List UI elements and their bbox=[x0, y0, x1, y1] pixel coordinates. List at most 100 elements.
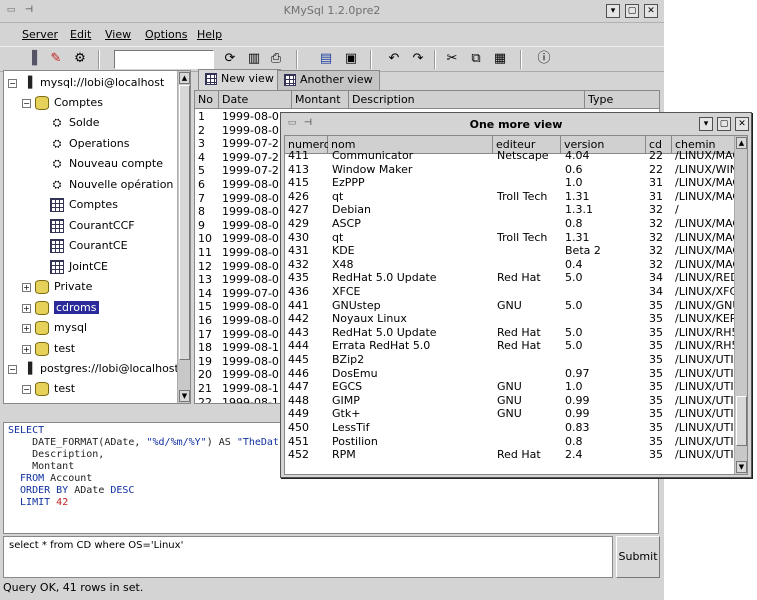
submit-button[interactable]: Submit bbox=[616, 536, 660, 578]
table-icon bbox=[50, 198, 64, 212]
column-header[interactable]: Type bbox=[585, 91, 659, 109]
menu-view[interactable]: View bbox=[105, 28, 131, 41]
table-row[interactable]: 449 Gtk+ GNU 0.99 35/LINUX/UTILS bbox=[285, 407, 735, 421]
query-input[interactable]: select * from CD where OS='Linux' bbox=[3, 536, 613, 578]
collapse-icon[interactable]: − bbox=[22, 384, 31, 394]
cut-icon[interactable]: ✂ bbox=[444, 51, 460, 67]
table-row[interactable]: 451 Postilion 0.8 35/LINUX/UTILS bbox=[285, 435, 735, 449]
cell-editeur: Red Hat bbox=[497, 325, 541, 339]
column-header[interactable]: Montant bbox=[292, 91, 349, 109]
import-icon[interactable]: ▤ bbox=[318, 51, 334, 67]
tab-new-view[interactable]: New view bbox=[198, 69, 281, 90]
close-icon[interactable]: ✕ bbox=[735, 117, 749, 131]
export-icon[interactable]: ⎙ bbox=[268, 51, 284, 67]
info-icon[interactable]: ⓘ bbox=[536, 51, 552, 67]
collapse-icon[interactable]: − bbox=[8, 364, 17, 374]
column-header[interactable]: Date bbox=[219, 91, 292, 109]
table-row[interactable]: 429 ASCP 0.8 32/LINUX/MAG bbox=[285, 217, 735, 231]
copy-icon[interactable]: ⧉ bbox=[468, 51, 484, 67]
win2-grid[interactable]: numero nom editeur version cd chemin 411… bbox=[284, 135, 748, 475]
table-row[interactable]: 431 KDE Beta 2 32/LINUX/MAG bbox=[285, 244, 735, 258]
menu-edit[interactable]: Edit bbox=[70, 28, 91, 41]
clipboard-icon[interactable]: ▣ bbox=[343, 51, 359, 67]
scroll-up-icon[interactable]: ▲ bbox=[736, 137, 747, 149]
tree-server-mysql[interactable]: − ▐ mysql://lobi@localhost bbox=[8, 73, 164, 93]
disconnect-icon[interactable]: ✎ bbox=[48, 51, 64, 67]
tree-query-nouveau-compte[interactable]: ⛭ Nouveau compte bbox=[50, 154, 163, 174]
tree-db-cdroms[interactable]: + cdroms bbox=[22, 298, 99, 318]
scroll-up-icon[interactable]: ▲ bbox=[179, 72, 190, 84]
tree-query-operations[interactable]: ⛭ Operations bbox=[50, 134, 130, 154]
tree-table-courantccf[interactable]: CourantCCF bbox=[50, 216, 135, 236]
table-row[interactable]: 413 Window Maker 0.6 22/LINUX/WIND bbox=[285, 163, 735, 177]
table-row[interactable]: 436 XFCE 34/LINUX/XFCE bbox=[285, 285, 735, 299]
table-row[interactable]: 427 Debian 1.3.1 32 / bbox=[285, 203, 735, 217]
expand-icon[interactable]: + bbox=[22, 344, 31, 354]
tree-db-private[interactable]: + Private bbox=[22, 277, 92, 297]
redo-icon[interactable]: ↷ bbox=[410, 51, 426, 67]
menu-help[interactable]: Help bbox=[197, 28, 222, 41]
expand-icon[interactable]: + bbox=[22, 323, 31, 333]
cell-version: 0.8 bbox=[565, 434, 583, 448]
table-row[interactable]: 452 RPM Red Hat 2.4 35/LINUX/UTILS bbox=[285, 448, 735, 462]
undo-icon[interactable]: ↶ bbox=[386, 51, 402, 67]
table-icon bbox=[205, 73, 217, 85]
tree-query-nouvelle-operation[interactable]: ⛭ Nouvelle opération bbox=[50, 175, 174, 195]
table-row[interactable]: 446 DosEmu 0.97 35/LINUX/UTILS bbox=[285, 367, 735, 381]
refresh-icon[interactable]: ⟳ bbox=[222, 51, 238, 67]
table-row[interactable]: 415 EzPPP 1.0 31/LINUX/MAG bbox=[285, 176, 735, 190]
collapse-icon[interactable]: − bbox=[22, 98, 31, 108]
tree-db-comptes[interactable]: − Comptes bbox=[22, 93, 103, 113]
toolbar-separator bbox=[370, 50, 372, 69]
scroll-thumb[interactable] bbox=[736, 396, 747, 446]
tree-db-mysql[interactable]: + mysql bbox=[22, 318, 87, 338]
table-row[interactable]: 426 qt Troll Tech 1.31 31/LINUX/MAG bbox=[285, 190, 735, 204]
expand-icon[interactable]: + bbox=[22, 303, 31, 313]
close-icon[interactable]: ✕ bbox=[644, 4, 658, 18]
tree-db-test2[interactable]: − test bbox=[22, 379, 75, 399]
table-row[interactable]: 442 Noyaux Linux 35/LINUX/KERN bbox=[285, 312, 735, 326]
table-row[interactable]: 445 BZip2 35/LINUX/UTILS bbox=[285, 353, 735, 367]
column-header[interactable]: Description bbox=[349, 91, 585, 109]
paste-icon[interactable]: ▦ bbox=[492, 51, 508, 67]
table-row[interactable]: 447 EGCS GNU 1.0 35/LINUX/UTILS bbox=[285, 380, 735, 394]
tree-query-solde[interactable]: ⛭ Solde bbox=[50, 113, 100, 133]
tree-table-comptes[interactable]: Comptes bbox=[50, 195, 118, 215]
scroll-down-icon[interactable]: ▼ bbox=[736, 461, 747, 473]
menu-options[interactable]: Options bbox=[145, 28, 187, 41]
scroll-down-icon[interactable]: ▼ bbox=[179, 390, 190, 402]
table-row[interactable]: 441 GNUstep GNU 5.0 35/LINUX/GNUS bbox=[285, 299, 735, 313]
minimize-icon[interactable]: ▾ bbox=[606, 4, 620, 18]
expand-icon[interactable]: + bbox=[22, 282, 31, 292]
connect-icon[interactable]: ▐ bbox=[24, 51, 40, 67]
maximize-icon[interactable]: ▢ bbox=[717, 117, 731, 131]
table-row[interactable]: 430 qt Troll Tech 1.31 32/LINUX/MAG bbox=[285, 231, 735, 245]
database-tree[interactable]: − ▐ mysql://lobi@localhost − Comptes ⛭ Solde… bbox=[3, 70, 191, 404]
settings-icon[interactable]: ⚙ bbox=[72, 51, 88, 67]
collapse-icon[interactable]: − bbox=[8, 78, 17, 88]
menu-server[interactable]: Server bbox=[22, 28, 58, 41]
win2-scrollbar[interactable]: ▲ ▼ bbox=[734, 136, 747, 474]
table-row[interactable]: 443 RedHat 5.0 Update Red Hat 5.0 35/LINUX/R… bbox=[285, 326, 735, 340]
tree-table-courantce[interactable]: CourantCE bbox=[50, 236, 128, 256]
tree-server-postgres[interactable]: − ▐ postgres://lobi@localhost bbox=[8, 359, 179, 379]
table-row[interactable]: 432 X48 0.4 32/LINUX/MAG bbox=[285, 258, 735, 272]
minimize-icon[interactable]: ▾ bbox=[699, 117, 713, 131]
table-row[interactable]: 450 LessTif 0.83 35/LINUX/UTILS bbox=[285, 421, 735, 435]
tree-scrollbar[interactable]: ▲ ▼ bbox=[177, 71, 190, 403]
tab-another-view[interactable]: Another view bbox=[277, 70, 380, 90]
scroll-thumb[interactable] bbox=[179, 85, 190, 360]
win2-title-bar: ▭ ⊣ One more view ▾ ▢ ✕ bbox=[281, 113, 751, 135]
query-combo[interactable] bbox=[114, 50, 214, 69]
column-header[interactable]: No bbox=[195, 91, 219, 109]
tree-table-jointce[interactable]: JointCE bbox=[50, 257, 108, 277]
table-row[interactable]: 411 Communicator Netscape 4.04 22/LINUX/MAG bbox=[285, 149, 735, 163]
database-icon bbox=[35, 321, 49, 335]
table-row[interactable]: 448 GIMP GNU 0.99 35/LINUX/UTILS bbox=[285, 394, 735, 408]
table-row[interactable]: 435 RedHat 5.0 Update Red Hat 5.0 34/LINUX/R… bbox=[285, 271, 735, 285]
cell-chemin: /LINUX/MAG bbox=[675, 149, 735, 162]
delete-icon[interactable]: ▥ bbox=[246, 51, 262, 67]
table-row[interactable]: 444 Errata RedHat 5.0 Red Hat 5.0 35/LINUX/R… bbox=[285, 339, 735, 353]
tree-db-test[interactable]: + test bbox=[22, 339, 75, 359]
maximize-icon[interactable]: ▢ bbox=[625, 4, 639, 18]
